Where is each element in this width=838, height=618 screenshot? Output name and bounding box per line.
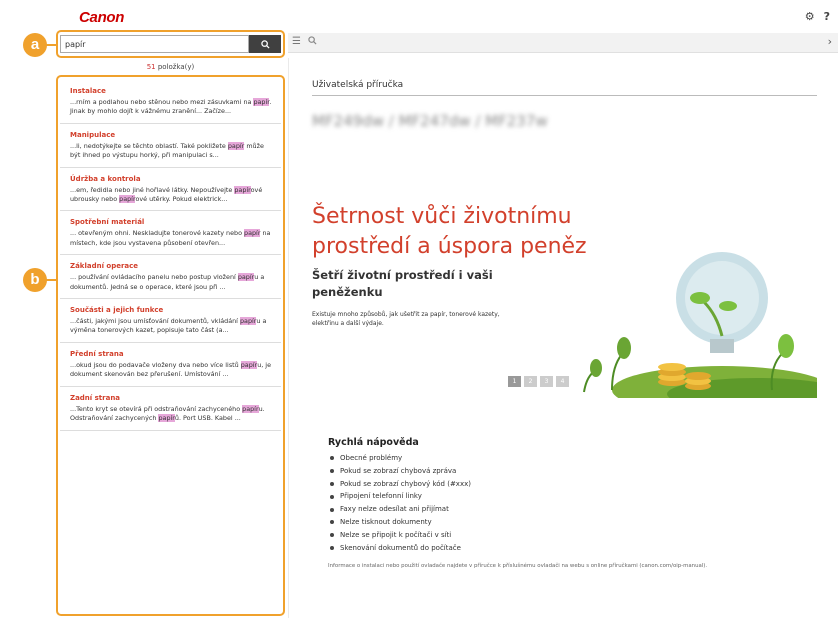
list-icon[interactable]: ☰ (292, 36, 301, 48)
bullet-icon (330, 456, 334, 461)
callout-a: a (23, 33, 57, 57)
callout-b: b (23, 268, 57, 292)
highlight-frame-search (56, 30, 285, 58)
lightbulb-illustration (583, 252, 817, 398)
carousel-pager: 1 2 3 4 (508, 376, 569, 387)
bullet-icon (330, 520, 334, 525)
quick-help-link[interactable]: Nelze tisknout dokumenty (328, 516, 798, 529)
hit-count-label: položka(y) (155, 63, 195, 71)
bullet-icon (330, 469, 334, 474)
quick-help-link[interactable]: Pokud se zobrazí chybová zpráva (328, 465, 798, 478)
banner-text: Existuje mnoho způsobů, jak ušetřit za p… (312, 311, 500, 327)
quick-help: Rychlá nápověda Obecné problémy Pokud se… (328, 437, 798, 570)
help-icon[interactable]: ? (824, 10, 830, 23)
page-title: Uživatelská příručka (312, 80, 817, 96)
bullet-icon (330, 494, 334, 499)
hit-count: 51 položka(y) (60, 63, 281, 71)
eco-banner[interactable]: Šetrnost vůči životnímu prostředí a úspo… (312, 170, 817, 398)
highlight-frame-results (56, 75, 285, 616)
canon-logo: Canon (79, 9, 125, 26)
quick-help-link[interactable]: Skenování dokumentů do počítače (328, 542, 798, 555)
quick-help-link[interactable]: Pokud se zobrazí chybový kód (#xxx) (328, 478, 798, 491)
content-toolbar: ☰ › (288, 33, 838, 53)
chevron-right-icon[interactable]: › (828, 35, 832, 48)
quick-help-list: Obecné problémy Pokud se zobrazí chybová… (328, 452, 798, 554)
bullet-icon (330, 533, 334, 538)
carousel-dot[interactable]: 2 (524, 376, 537, 387)
carousel-dot[interactable]: 4 (556, 376, 569, 387)
driver-note: Informace o instalaci nebo použití ovlad… (328, 563, 708, 570)
carousel-dot[interactable]: 3 (540, 376, 553, 387)
quick-help-link[interactable]: Nelze se připojit k počítači v síti (328, 529, 798, 542)
search-icon[interactable] (308, 36, 317, 48)
bullet-icon (330, 545, 334, 550)
bullet-icon (330, 507, 334, 512)
sidebar-divider (288, 58, 289, 618)
banner-subtitle: Šetří životní prostředí i vaši peněženku (312, 268, 493, 299)
settings-icon[interactable]: ⚙ (805, 10, 815, 23)
quick-help-title: Rychlá nápověda (328, 437, 419, 448)
quick-help-link[interactable]: Připojení telefonní linky (328, 490, 798, 503)
hit-count-number: 51 (146, 63, 156, 71)
bullet-icon (330, 481, 334, 486)
top-icons: ⚙ ? (805, 10, 830, 23)
quick-help-link[interactable]: Obecné problémy (328, 452, 798, 465)
quick-help-link[interactable]: Faxy nelze odesílat ani přijímat (328, 503, 798, 516)
model-name: MF249dw / MF247dw / MF237w (312, 112, 548, 130)
carousel-dot[interactable]: 1 (508, 376, 521, 387)
